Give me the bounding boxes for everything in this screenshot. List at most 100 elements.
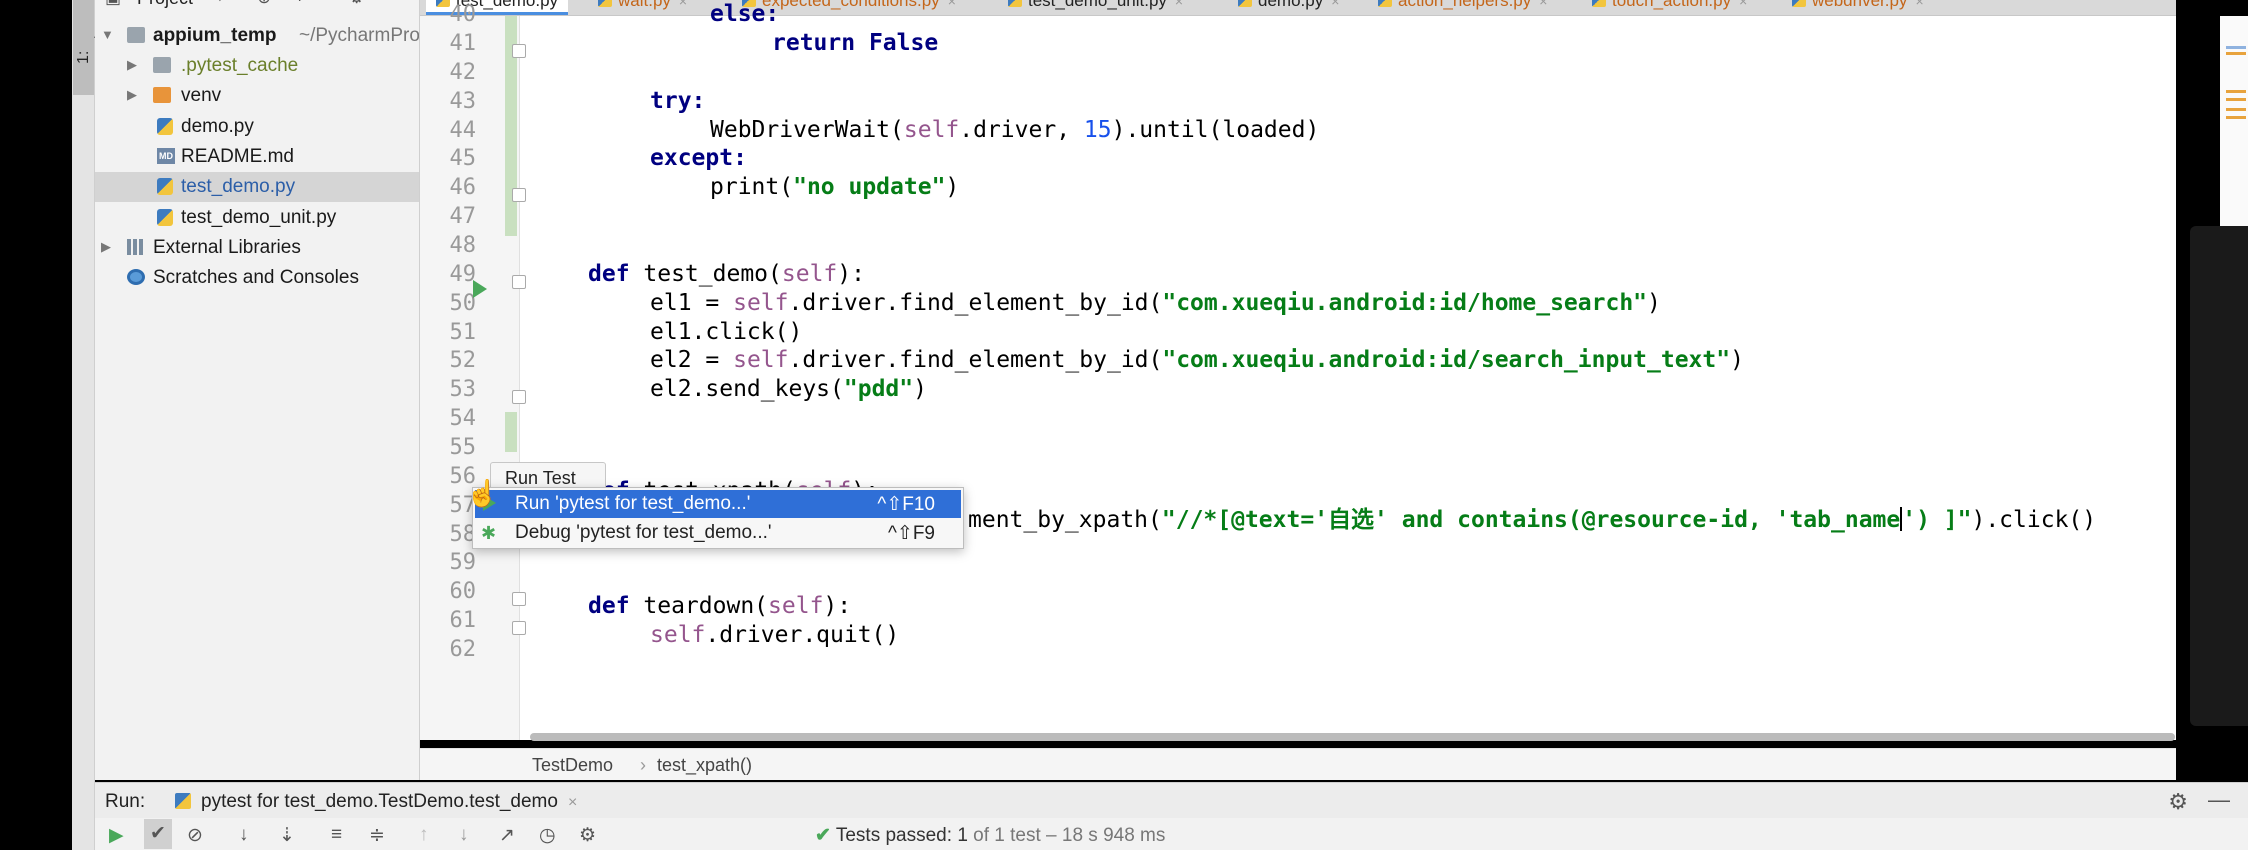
expand-right-icon[interactable]: ▶ [101,239,111,255]
line-number: 60 [449,579,477,604]
scroll-marker[interactable] [2226,116,2246,119]
project-view-icon: ▣ [105,0,121,8]
breadcrumb-class[interactable]: TestDemo [532,755,613,776]
collapse-icon[interactable]: ÷ [295,0,304,8]
line-number: 58 [449,522,477,547]
code-line-40: else: [710,1,780,27]
tree-item-test-demo-py[interactable]: test_demo.py [95,172,419,202]
line-number: 45 [449,146,477,171]
tool-window-stripe [72,0,95,850]
previous-icon[interactable]: ↑ [419,824,429,846]
tab-test-demo-unit-py[interactable]: test_demo_unit.py × [1008,0,1183,15]
tree-item-scratches[interactable]: Scratches and Consoles [95,263,419,293]
scroll-marker[interactable] [2226,52,2246,55]
tree-item-label: External Libraries [153,237,301,258]
tree-item-test-demo-unit-py[interactable]: test_demo_unit.py [95,203,419,233]
code-line-46: print("no update") [710,174,960,200]
project-panel-title[interactable]: Project [137,0,193,9]
show-ignored-icon[interactable]: ⊘ [187,824,203,847]
test-status: ✔ Tests passed: 1 of 1 test – 18 s 948 m… [815,825,1166,846]
show-passed-icon[interactable]: ✔ [144,819,172,849]
python-file-icon [1378,0,1392,7]
tree-item-external-libraries[interactable]: ▶ External Libraries [95,233,419,263]
chevron-down-icon[interactable]: ▼ [213,0,227,4]
code-line-52: el2 = self.driver.find_element_by_id("co… [650,347,1744,373]
close-icon[interactable]: × [1739,0,1747,9]
breadcrumb-separator-icon: › [640,755,646,775]
settings-icon[interactable]: ⚙ [579,824,596,847]
expand-down-icon[interactable]: ▼ [101,27,114,42]
line-number: 59 [449,550,477,575]
locate-icon[interactable]: ⊕ [257,0,271,8]
collapse-all-icon[interactable]: ≑ [369,824,385,847]
expand-all-icon[interactable]: ≡ [331,824,342,846]
horizontal-scrollbar[interactable] [530,733,2175,741]
tree-item-label: .pytest_cache [181,55,299,76]
minimize-icon[interactable]: — [2208,787,2230,813]
fold-marker[interactable] [512,188,526,202]
folder-icon [153,57,171,73]
editor-gutter: 40 41 42 43 44 45 46 47 48 49 50 51 52 5… [420,2,526,740]
code-editor[interactable]: 40 41 42 43 44 45 46 47 48 49 50 51 52 5… [420,1,2176,740]
tree-item-label: venv [181,85,222,106]
gear-icon[interactable]: ⚙ [2168,789,2188,815]
tree-item-venv[interactable]: ▶ venv [95,81,419,111]
close-icon[interactable]: × [948,0,956,9]
expand-right-icon[interactable]: ▶ [127,57,137,73]
python-file-icon [1792,0,1806,7]
folder-icon [153,87,171,103]
rerun-icon[interactable]: ▶ [109,824,124,847]
line-number: 41 [449,31,477,56]
menu-item-run[interactable]: Run 'pytest for test_demo...' ^⇧F10 [475,490,961,518]
sort-duration-icon[interactable]: ⇣ [279,824,295,847]
line-number: 42 [449,60,477,85]
line-number: 51 [449,320,477,345]
history-icon[interactable]: ◷ [539,824,556,847]
tab-touch-action-py[interactable]: touch_action.py × [1592,0,1747,15]
scroll-marker[interactable] [2226,46,2246,49]
ide-window: 1: Project ▣ Project ▼ ⊕ ÷ ⚙ — ▼ appium_… [0,0,2248,850]
left-black-margin [0,0,72,850]
menu-item-debug[interactable]: ✱ Debug 'pytest for test_demo...' ^⇧F9 [475,519,961,547]
tab-wait-py[interactable]: wait.py × [598,0,687,15]
close-icon[interactable]: × [1331,0,1339,9]
line-number: 49 [449,262,477,287]
scroll-marker[interactable] [2226,98,2246,101]
tab-action-helpers-py[interactable]: action_helpers.py × [1378,0,1547,15]
run-gutter-icon[interactable] [473,280,487,298]
tree-item-pytest-cache[interactable]: ▶ .pytest_cache [95,51,419,81]
minimize-icon[interactable]: — [387,0,404,8]
close-icon[interactable]: × [679,0,687,9]
close-icon[interactable]: × [1915,0,1923,9]
close-icon[interactable]: × [568,794,577,811]
scroll-marker[interactable] [2226,90,2246,93]
scroll-marker[interactable] [2226,108,2246,111]
run-config-tab[interactable]: pytest for test_demo.TestDemo.test_demo × [175,791,577,813]
tree-item-project-root[interactable]: ▼ appium_temp ~/PycharmPro [95,21,419,51]
code-line-44: WebDriverWait(self.driver, 15).until(loa… [710,117,1320,143]
fold-marker[interactable] [512,621,526,635]
breadcrumb: TestDemo › test_xpath() [420,748,2176,780]
debug-bug-icon: ✱ [481,523,497,543]
tab-demo-py[interactable]: demo.py × [1238,0,1339,15]
gear-icon[interactable]: ⚙ [349,0,364,8]
line-number: 48 [449,233,477,258]
fold-marker[interactable] [512,390,526,404]
expand-right-icon[interactable]: ▶ [127,87,137,103]
fold-marker[interactable] [512,275,526,289]
close-icon[interactable]: × [1539,0,1547,9]
python-file-icon [157,118,173,135]
tab-webdriver-py[interactable]: webdriver.py × [1792,0,1924,15]
tree-item-label: test_demo_unit.py [181,207,337,228]
next-icon[interactable]: ↓ [459,824,469,846]
python-file-icon [175,793,191,809]
line-number: 43 [449,89,477,114]
fold-marker[interactable] [512,592,526,606]
tree-item-readme[interactable]: MD README.md [95,142,419,172]
fold-marker[interactable] [512,44,526,58]
breadcrumb-method[interactable]: test_xpath() [657,755,752,776]
export-icon[interactable]: ↗ [499,824,515,847]
tree-item-demo-py[interactable]: demo.py [95,112,419,142]
sort-alpha-icon[interactable]: ↓ [239,824,249,846]
close-icon[interactable]: × [1175,0,1183,9]
